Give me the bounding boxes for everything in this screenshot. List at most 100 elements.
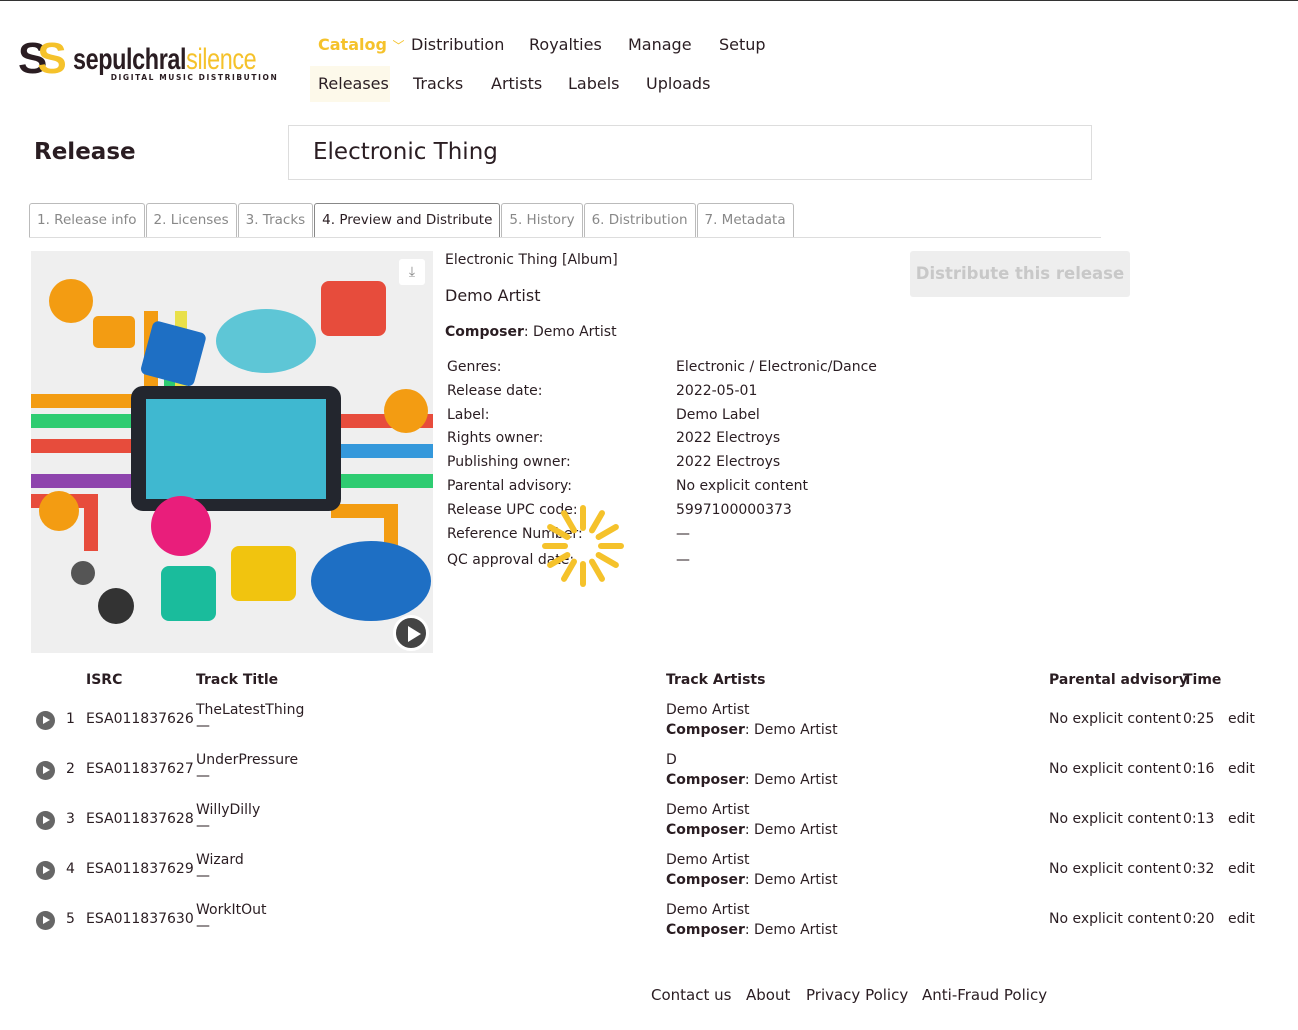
footer-contact[interactable]: Contact us — [651, 986, 731, 1004]
download-icon[interactable]: ⤓ — [399, 259, 425, 285]
track-title: UnderPressure — [196, 752, 299, 768]
play-icon[interactable] — [393, 615, 429, 651]
tab-bar: 1. Release info 2. Licenses 3. Tracks 4.… — [29, 203, 1101, 238]
play-track-icon[interactable] — [36, 711, 55, 730]
track-parental: No explicit content — [1049, 811, 1181, 827]
field-value: — — [676, 525, 690, 542]
spinner-spoke — [595, 552, 619, 568]
track-artist: Demo Artist — [666, 802, 750, 818]
field-value: 2022 Electroys — [676, 430, 781, 447]
footer-about[interactable]: About — [746, 986, 790, 1004]
loading-spinner-icon — [542, 505, 624, 587]
track-title: TheLatestThing — [196, 702, 305, 718]
subnav-uploads[interactable]: Uploads — [646, 74, 710, 93]
release-title-field[interactable]: Electronic Thing — [288, 125, 1092, 180]
field-label: Release date: — [447, 382, 543, 399]
nav-distribution[interactable]: Distribution — [411, 35, 504, 54]
field-value: No explicit content — [676, 478, 808, 494]
nav-setup[interactable]: Setup — [719, 35, 766, 54]
play-track-icon[interactable] — [36, 811, 55, 830]
track-number: 3 — [66, 811, 75, 827]
field-value: 5997100000373 — [676, 501, 792, 518]
edit-link[interactable]: edit — [1228, 761, 1255, 777]
tab-history[interactable]: 5. History — [501, 203, 583, 237]
edit-link[interactable]: edit — [1228, 811, 1255, 827]
subnav-releases[interactable]: Releases — [318, 74, 389, 93]
edit-link[interactable]: edit — [1228, 911, 1255, 927]
spinner-spoke — [589, 510, 605, 534]
track-time: 0:16 — [1183, 761, 1215, 777]
track-composer: Composer: Demo Artist — [666, 872, 838, 888]
track-parental: No explicit content — [1049, 711, 1181, 727]
nav-manage[interactable]: Manage — [628, 35, 692, 54]
track-isrc: ESA011837629 — [86, 861, 194, 877]
track-subtitle: — — [196, 818, 210, 834]
track-isrc: ESA011837630 — [86, 911, 194, 927]
nav-royalties[interactable]: Royalties — [529, 35, 602, 54]
field-label: Publishing owner: — [447, 454, 571, 471]
subnav-labels[interactable]: Labels — [568, 74, 620, 93]
table-row: 5 ESA011837630 WorkItOut — Demo Artist C… — [0, 901, 1298, 951]
tab-distribution[interactable]: 6. Distribution — [583, 203, 696, 237]
field-label: Rights owner: — [447, 430, 544, 447]
track-artist: Demo Artist — [666, 902, 750, 918]
distribute-button[interactable]: Distribute this release — [910, 251, 1130, 297]
track-number: 2 — [66, 761, 75, 777]
spinner-spoke — [595, 524, 619, 540]
track-composer: Composer: Demo Artist — [666, 822, 838, 838]
track-number: 5 — [66, 911, 75, 927]
logo-mark: SS — [18, 34, 67, 83]
track-number: 4 — [66, 861, 75, 877]
tab-metadata[interactable]: 7. Metadata — [696, 203, 794, 237]
tab-licenses[interactable]: 2. Licenses — [145, 203, 237, 237]
track-time: 0:13 — [1183, 811, 1215, 827]
tab-preview-distribute[interactable]: 4. Preview and Distribute — [314, 203, 501, 237]
track-number: 1 — [66, 711, 75, 727]
play-track-icon[interactable] — [36, 861, 55, 880]
col-parental: Parental advisory — [1049, 672, 1188, 688]
spinner-spoke — [561, 510, 577, 534]
nav-catalog[interactable]: Catalog ﹀ — [318, 35, 405, 54]
release-title: Electronic Thing [Album] — [445, 252, 618, 268]
track-subtitle: — — [196, 918, 210, 934]
track-time: 0:32 — [1183, 861, 1215, 877]
col-title: Track Title — [196, 672, 279, 688]
footer-privacy[interactable]: Privacy Policy — [806, 986, 908, 1004]
field-label: Label: — [447, 406, 490, 423]
field-value: — — [676, 552, 690, 569]
spinner-spoke — [547, 524, 571, 540]
track-parental: No explicit content — [1049, 861, 1181, 877]
track-composer: Composer: Demo Artist — [666, 922, 838, 938]
spinner-spoke — [589, 558, 605, 582]
track-subtitle: — — [196, 868, 210, 884]
footer-antifraud[interactable]: Anti-Fraud Policy — [922, 986, 1047, 1004]
track-title: WorkItOut — [196, 902, 267, 918]
subnav-artists[interactable]: Artists — [491, 74, 542, 93]
spinner-spoke — [561, 558, 577, 582]
tab-tracks[interactable]: 3. Tracks — [237, 203, 314, 237]
field-value: Demo Label — [676, 406, 760, 423]
tab-release-info[interactable]: 1. Release info — [29, 203, 145, 237]
field-label: Genres: — [447, 359, 502, 375]
logo-text: sepulchral — [72, 43, 187, 76]
track-artist: D — [666, 752, 677, 768]
spinner-spoke — [547, 552, 571, 568]
edit-link[interactable]: edit — [1228, 861, 1255, 877]
release-composer: Composer: Demo Artist — [445, 324, 617, 340]
release-artist: Demo Artist — [445, 286, 541, 305]
logo[interactable]: SS sepulchralsilence DIGITAL MUSIC DISTR… — [18, 34, 308, 83]
track-title: WillyDilly — [196, 802, 261, 818]
col-isrc: ISRC — [86, 672, 123, 688]
chevron-down-icon: ﹀ — [392, 39, 405, 53]
subnav-tracks[interactable]: Tracks — [413, 74, 463, 93]
field-value: 2022 Electroys — [676, 454, 781, 471]
edit-link[interactable]: edit — [1228, 711, 1255, 727]
track-isrc: ESA011837626 — [86, 711, 194, 727]
table-row: 2 ESA011837627 UnderPressure — D Compose… — [0, 751, 1298, 801]
table-row: 3 ESA011837628 WillyDilly — Demo Artist … — [0, 801, 1298, 851]
track-time: 0:20 — [1183, 911, 1215, 927]
table-row: 1 ESA011837626 TheLatestThing — Demo Art… — [0, 701, 1298, 751]
play-track-icon[interactable] — [36, 911, 55, 930]
play-track-icon[interactable] — [36, 761, 55, 780]
cover-art: ⤓ — [31, 251, 433, 653]
